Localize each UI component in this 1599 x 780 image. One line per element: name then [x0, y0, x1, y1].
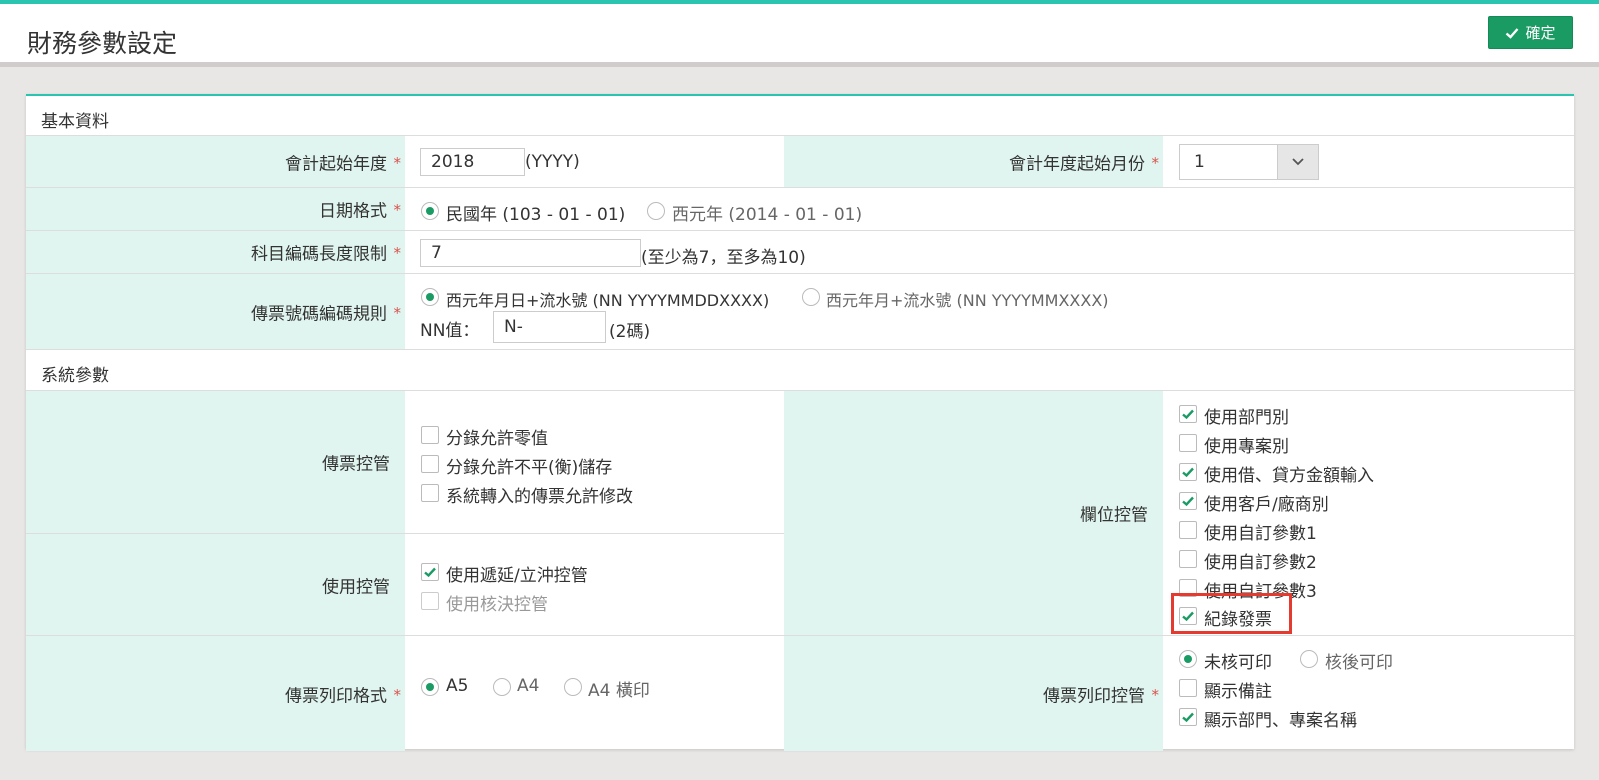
show-dept-project-name-label: 顯示部門、專案名稱 — [1204, 711, 1357, 731]
checkbox-show-remark[interactable] — [1179, 679, 1197, 697]
required-mark: * — [393, 153, 402, 172]
usage-control-label: 使用控管 — [322, 577, 390, 597]
approval-control-label: 使用核決控管 — [446, 595, 548, 615]
voucher-rule-option-daily: 西元年月日+流水號 (NN YYYYMMDDXXXX) — [446, 291, 770, 310]
field-control-label: 欄位控管 — [1080, 505, 1148, 526]
use-department-label: 使用部門別 — [1204, 408, 1289, 428]
checkbox-custom-param-2[interactable] — [1179, 550, 1197, 568]
print-format-radio-a4-landscape[interactable] — [564, 678, 582, 696]
allow-zero-label: 分錄允許零值 — [446, 429, 548, 449]
date-format-option-roc: 民國年 (103 - 01 - 01) — [446, 205, 626, 225]
checkbox-use-debit-credit[interactable] — [1179, 463, 1197, 481]
account-code-length-input[interactable] — [420, 239, 641, 267]
checkbox-allow-imported-edit[interactable] — [421, 484, 439, 502]
account-code-length-label: 科目編碼長度限制 — [251, 244, 387, 265]
date-format-label: 日期格式 — [319, 201, 387, 222]
checkbox-custom-param-1[interactable] — [1179, 521, 1197, 539]
custom-param-1-label: 使用自訂參數1 — [1204, 524, 1317, 544]
print-control-option-unapproved: 未核可印 — [1204, 653, 1272, 673]
print-format-option-a5: A5 — [446, 676, 469, 696]
voucher-rule-radio-monthly[interactable] — [802, 288, 820, 306]
allow-imported-edit-label: 系統轉入的傳票允許修改 — [446, 487, 633, 507]
check-icon — [1182, 712, 1194, 723]
section-basic-title: 基本資料 — [41, 112, 109, 132]
checkbox-use-customer-vendor[interactable] — [1179, 492, 1197, 510]
print-format-option-a4-landscape: A4 橫印 — [588, 681, 650, 701]
print-control-label: 傳票列印控管 — [1043, 686, 1145, 706]
print-format-radio-a5[interactable] — [421, 678, 439, 696]
check-icon — [1182, 467, 1194, 478]
print-control-label-cell: 傳票列印控管 * — [784, 636, 1163, 751]
checkbox-deferral-control[interactable] — [421, 563, 439, 581]
start-year-input[interactable] — [420, 148, 525, 176]
date-format-radio-western[interactable] — [647, 202, 665, 220]
voucher-control-label: 傳票控管 — [322, 454, 390, 475]
chevron-down-icon — [1277, 145, 1318, 179]
show-remark-label: 顯示備註 — [1204, 682, 1272, 702]
nn-value-label: NN值： — [420, 321, 480, 341]
checkbox-allow-unbalanced[interactable] — [421, 455, 439, 473]
use-project-label: 使用專案別 — [1204, 437, 1289, 457]
required-mark: * — [393, 685, 402, 704]
allow-unbalanced-label: 分錄允許不平(衡)儲存 — [446, 458, 613, 478]
use-customer-vendor-label: 使用客戶/廠商別 — [1204, 495, 1329, 515]
required-mark: * — [1151, 685, 1160, 704]
check-icon — [1506, 27, 1519, 39]
section-system-title: 系統參數 — [41, 366, 109, 386]
print-control-radio-approved[interactable] — [1300, 650, 1318, 668]
print-format-option-a4: A4 — [517, 676, 540, 696]
print-format-label: 傳票列印格式 — [285, 686, 387, 706]
settings-panel: 基本資料 會計起始年度 * (YYYY) 會計年度起始月份 * 1 日期格式 *… — [26, 94, 1574, 751]
print-format-label-cell: 傳票列印格式 * — [26, 636, 405, 751]
print-control-option-approved: 核後可印 — [1325, 653, 1393, 673]
voucher-rule-option-monthly: 西元年月+流水號 (NN YYYYMMXXXX) — [826, 291, 1109, 310]
required-mark: * — [1151, 153, 1160, 172]
account-code-length-label-cell: 科目編碼長度限制 * — [26, 231, 405, 273]
checkbox-allow-zero[interactable] — [421, 426, 439, 444]
account-code-length-hint: (至少為7，至多為10) — [641, 248, 806, 268]
check-icon — [1182, 409, 1194, 420]
check-icon — [424, 567, 436, 578]
start-month-label-cell: 會計年度起始月份 * — [784, 136, 1163, 187]
voucher-rule-label: 傳票號碼編碼規則 — [251, 304, 387, 324]
required-mark: * — [393, 200, 402, 219]
required-mark: * — [393, 243, 402, 262]
date-format-radio-roc[interactable] — [421, 202, 439, 220]
usage-control-label-cell: 使用控管 — [26, 534, 405, 635]
checkbox-use-project[interactable] — [1179, 434, 1197, 452]
highlight-box — [1171, 593, 1292, 634]
use-debit-credit-label: 使用借、貸方金額輸入 — [1204, 466, 1374, 486]
start-year-format-hint: (YYYY) — [525, 152, 580, 172]
voucher-control-label-cell: 傳票控管 — [26, 391, 405, 533]
custom-param-2-label: 使用自訂參數2 — [1204, 553, 1317, 573]
start-month-label: 會計年度起始月份 — [1009, 154, 1145, 174]
voucher-rule-radio-daily[interactable] — [421, 288, 439, 306]
print-control-radio-unapproved[interactable] — [1179, 650, 1197, 668]
checkbox-approval-control — [421, 592, 439, 610]
field-control-label-cell: 欄位控管 — [784, 391, 1163, 635]
start-month-select[interactable]: 1 — [1179, 144, 1319, 180]
top-bar-shadow — [0, 62, 1599, 67]
check-icon — [1182, 496, 1194, 507]
date-format-option-western: 西元年 (2014 - 01 - 01) — [672, 205, 863, 225]
nn-value-input[interactable] — [493, 311, 606, 343]
date-format-label-cell: 日期格式 * — [26, 188, 405, 230]
start-month-value: 1 — [1194, 152, 1205, 172]
checkbox-use-department[interactable] — [1179, 405, 1197, 423]
top-bar: 財務參數設定 確定 — [0, 0, 1599, 62]
page-title: 財務參數設定 — [27, 29, 178, 58]
nn-value-hint: (2碼) — [609, 322, 651, 342]
start-year-label-cell: 會計起始年度 * — [26, 136, 405, 187]
start-year-label: 會計起始年度 — [285, 154, 387, 174]
deferral-control-label: 使用遞延/立沖控管 — [446, 566, 588, 586]
checkbox-show-dept-project-name[interactable] — [1179, 708, 1197, 726]
print-format-radio-a4[interactable] — [493, 678, 511, 696]
confirm-button-label: 確定 — [1525, 24, 1556, 42]
voucher-rule-label-cell: 傳票號碼編碼規則 * — [26, 274, 405, 349]
confirm-button[interactable]: 確定 — [1488, 16, 1573, 49]
required-mark: * — [393, 303, 402, 322]
